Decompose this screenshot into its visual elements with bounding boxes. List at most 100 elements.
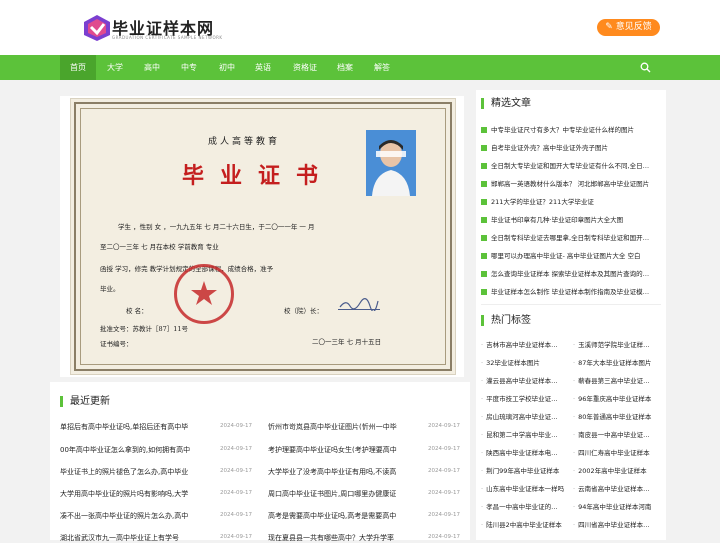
article-icon bbox=[481, 199, 487, 205]
tag-link[interactable]: 云南省高中毕业证样本… bbox=[573, 483, 661, 493]
site-header: 毕业证样本网 GRADUATION CERTIFICATE SAMPLE NET… bbox=[0, 0, 720, 55]
featured-article[interactable]: 全日制专科毕业证去哪里拿,全日制专科毕业证和国开… bbox=[481, 232, 661, 242]
featured-article[interactable]: 全日制大专毕业证和国开大专毕业证有什么不同,全日… bbox=[481, 160, 661, 170]
feedback-button[interactable]: ✎ 意见反馈 bbox=[597, 19, 660, 36]
recent-item[interactable]: 考护理要高中毕业证吗女生(考护理要高中 bbox=[268, 445, 422, 455]
recent-item[interactable]: 现在夏县县一共有哪些高中？大学升学率 bbox=[268, 533, 422, 543]
article-icon bbox=[481, 127, 487, 133]
certificate-line-1: 学生 ，性别 女 ，一九九五年 七 月二十六日生，于二〇一一年 一 月 bbox=[118, 223, 315, 231]
tag-link[interactable]: 陆川县2中高中毕业证样本 bbox=[481, 519, 569, 529]
tag-link[interactable]: 陕西高中毕业证样本电… bbox=[481, 447, 569, 457]
certificate-title: 毕业证书 bbox=[182, 163, 335, 189]
tag-link[interactable]: 2002年高中毕业证样本 bbox=[573, 465, 661, 475]
site-subtitle: GRADUATION CERTIFICATE SAMPLE NETWORK bbox=[112, 35, 223, 40]
tag-link[interactable]: 灌云县高中毕业证样本… bbox=[481, 375, 569, 385]
featured-articles-heading: 精选文章 bbox=[481, 98, 531, 109]
nav-item-answers[interactable]: 解答 bbox=[367, 55, 397, 80]
recent-item-date: 2024-09-17 bbox=[220, 490, 252, 496]
featured-article[interactable]: 毕业证书印章有几种·毕业证印章图片大全大图 bbox=[481, 214, 661, 224]
main-nav: 首页 大学 高中 中专 初中 英语 资格证 档案 解答 bbox=[0, 55, 720, 80]
recent-updates-heading: 最近更新 bbox=[60, 396, 110, 407]
person-photo-icon bbox=[366, 130, 416, 196]
recent-item-date: 2024-09-17 bbox=[428, 446, 460, 452]
tag-link[interactable]: 吉林市高中毕业证样本… bbox=[481, 339, 569, 349]
certificate-line-6a: 批准文号：苏教计［87］11号 bbox=[100, 325, 189, 333]
recent-item-date: 2024-09-17 bbox=[220, 446, 252, 452]
recent-item-date: 2024-09-17 bbox=[428, 534, 460, 540]
recent-item-date: 2024-09-17 bbox=[428, 423, 460, 429]
search-icon[interactable] bbox=[640, 62, 651, 73]
school-seal bbox=[174, 264, 234, 324]
certificate-line-5b: 校（院）长： bbox=[284, 307, 323, 315]
recent-item[interactable]: 凑不出一张高中毕业证的照片怎么办,高中 bbox=[60, 511, 214, 521]
recent-item-date: 2024-09-17 bbox=[220, 468, 252, 474]
recent-item-date: 2024-09-17 bbox=[220, 512, 252, 518]
certificate-line-5a: 校 名： bbox=[126, 307, 148, 315]
featured-article[interactable]: 211大学的毕业证？211大学毕业证 bbox=[481, 196, 661, 206]
tag-link[interactable]: 山东高中毕业证样本一样吗 bbox=[481, 483, 569, 493]
tag-link[interactable]: 四川省高中毕业证样本… bbox=[573, 519, 661, 529]
tag-link[interactable]: 四川仁寿高中毕业证样本 bbox=[573, 447, 661, 457]
article-icon bbox=[481, 235, 487, 241]
recent-item[interactable]: 忻州市岢岚县高中毕业证图片(忻州一中毕 bbox=[268, 422, 422, 432]
nav-item-home[interactable]: 首页 bbox=[60, 55, 96, 80]
tag-link[interactable]: 荆门99年高中毕业证样本 bbox=[481, 465, 569, 475]
article-icon bbox=[481, 253, 487, 259]
hot-tags-heading: 热门标签 bbox=[481, 315, 531, 326]
certificate-line-4: 毕业。 bbox=[100, 285, 120, 293]
tag-link[interactable]: 94年高中毕业证样本河南 bbox=[573, 501, 661, 511]
tag-link[interactable]: 房山琉璃河高中毕业证… bbox=[481, 411, 569, 421]
recent-item[interactable]: 大学毕业了没考高中毕业证有用吗,不读高 bbox=[268, 467, 422, 477]
recent-item[interactable]: 大学用高中毕业证的照片吗有影响吗,大学 bbox=[60, 489, 214, 499]
nav-item-english[interactable]: 英语 bbox=[248, 55, 278, 80]
recent-item[interactable]: 00年高中毕业证怎么拿到的,如何拥有高中 bbox=[60, 445, 214, 455]
article-icon bbox=[481, 271, 487, 277]
featured-article[interactable]: 中专毕业证尺寸有多大？中专毕业证什么样的图片 bbox=[481, 124, 661, 134]
article-icon bbox=[481, 217, 487, 223]
certificate-line-7: 证书编号： bbox=[100, 340, 133, 348]
tag-link[interactable]: 32毕业证样本图片 bbox=[481, 357, 569, 367]
nav-item-highschool[interactable]: 高中 bbox=[137, 55, 167, 80]
recent-item-date: 2024-09-17 bbox=[428, 512, 460, 518]
tag-link[interactable]: 蕲春县第三高中毕业证… bbox=[573, 375, 661, 385]
recent-item[interactable]: 高考是需要高中毕业证吗,高考是需要高中 bbox=[268, 511, 422, 521]
recent-item-date: 2024-09-17 bbox=[220, 423, 252, 429]
featured-article[interactable]: 邯郸高一英语教材什么版本？ 河北邯郸高中毕业证图片 bbox=[481, 178, 661, 188]
recent-item-date: 2024-09-17 bbox=[220, 534, 252, 540]
recent-item[interactable]: 周口高中毕业证书图片,周口哪里办健康证 bbox=[268, 489, 422, 499]
tag-link[interactable]: 昆和第二中学高中毕业… bbox=[481, 429, 569, 439]
tag-link[interactable]: 80年普通高中毕业证样本 bbox=[573, 411, 661, 421]
nav-item-university[interactable]: 大学 bbox=[100, 55, 130, 80]
featured-article[interactable]: 自考毕业证外壳？高中毕业证外壳子图片 bbox=[481, 142, 661, 152]
principal-signature bbox=[338, 296, 380, 312]
recent-item[interactable]: 湖北省武汉市九一高中毕业证上有学号 bbox=[60, 533, 214, 543]
article-icon bbox=[481, 145, 487, 151]
recent-item-date: 2024-09-17 bbox=[428, 468, 460, 474]
edit-icon: ✎ bbox=[605, 22, 616, 32]
tag-link[interactable]: 南皮县一中高中毕业证… bbox=[573, 429, 661, 439]
featured-article[interactable]: 怎么查询毕业证样本 探索毕业证样本及其图片查询的… bbox=[481, 268, 661, 278]
recent-item[interactable]: 单招后有高中毕业证吗,单招后还有高中毕 bbox=[60, 422, 214, 432]
tag-link[interactable]: 孝昌一中高中毕业证的… bbox=[481, 501, 569, 511]
nav-item-vocational[interactable]: 中专 bbox=[174, 55, 204, 80]
certificate-line-2: 至二〇一三年 七 月在本校 学前教育 专业 bbox=[100, 243, 219, 251]
certificate-line-6b: 二〇一三年 七 月十五日 bbox=[312, 338, 382, 346]
nav-item-middleschool[interactable]: 初中 bbox=[212, 55, 242, 80]
recent-item-date: 2024-09-17 bbox=[428, 490, 460, 496]
tag-link[interactable]: 平度市技工学校毕业证… bbox=[481, 393, 569, 403]
featured-article[interactable]: 毕业证样本怎么制作 毕业证样本制作指南及毕业证模… bbox=[481, 286, 661, 296]
feedback-label: 意见反馈 bbox=[615, 22, 652, 32]
nav-item-archive[interactable]: 档案 bbox=[330, 55, 360, 80]
recent-item[interactable]: 毕业证书上的照片褪色了怎么办,高中毕业 bbox=[60, 467, 214, 477]
certificate-photo bbox=[366, 130, 416, 196]
article-icon bbox=[481, 289, 487, 295]
logo-icon[interactable] bbox=[82, 14, 112, 42]
tag-link[interactable]: 玉溪师范学院毕业证样… bbox=[573, 339, 661, 349]
sidebar-divider bbox=[481, 304, 661, 305]
certificate-header: 成人高等教育 bbox=[208, 137, 281, 147]
tag-link[interactable]: 96年重庆高中毕业证样本 bbox=[573, 393, 661, 403]
article-icon bbox=[481, 163, 487, 169]
tag-link[interactable]: 87年大本毕业证样本图片 bbox=[573, 357, 661, 367]
featured-article[interactable]: 哪里可以办理高中毕业证- 高中毕业证图片大全 空白 bbox=[481, 250, 661, 260]
nav-item-certificate[interactable]: 资格证 bbox=[287, 55, 323, 80]
